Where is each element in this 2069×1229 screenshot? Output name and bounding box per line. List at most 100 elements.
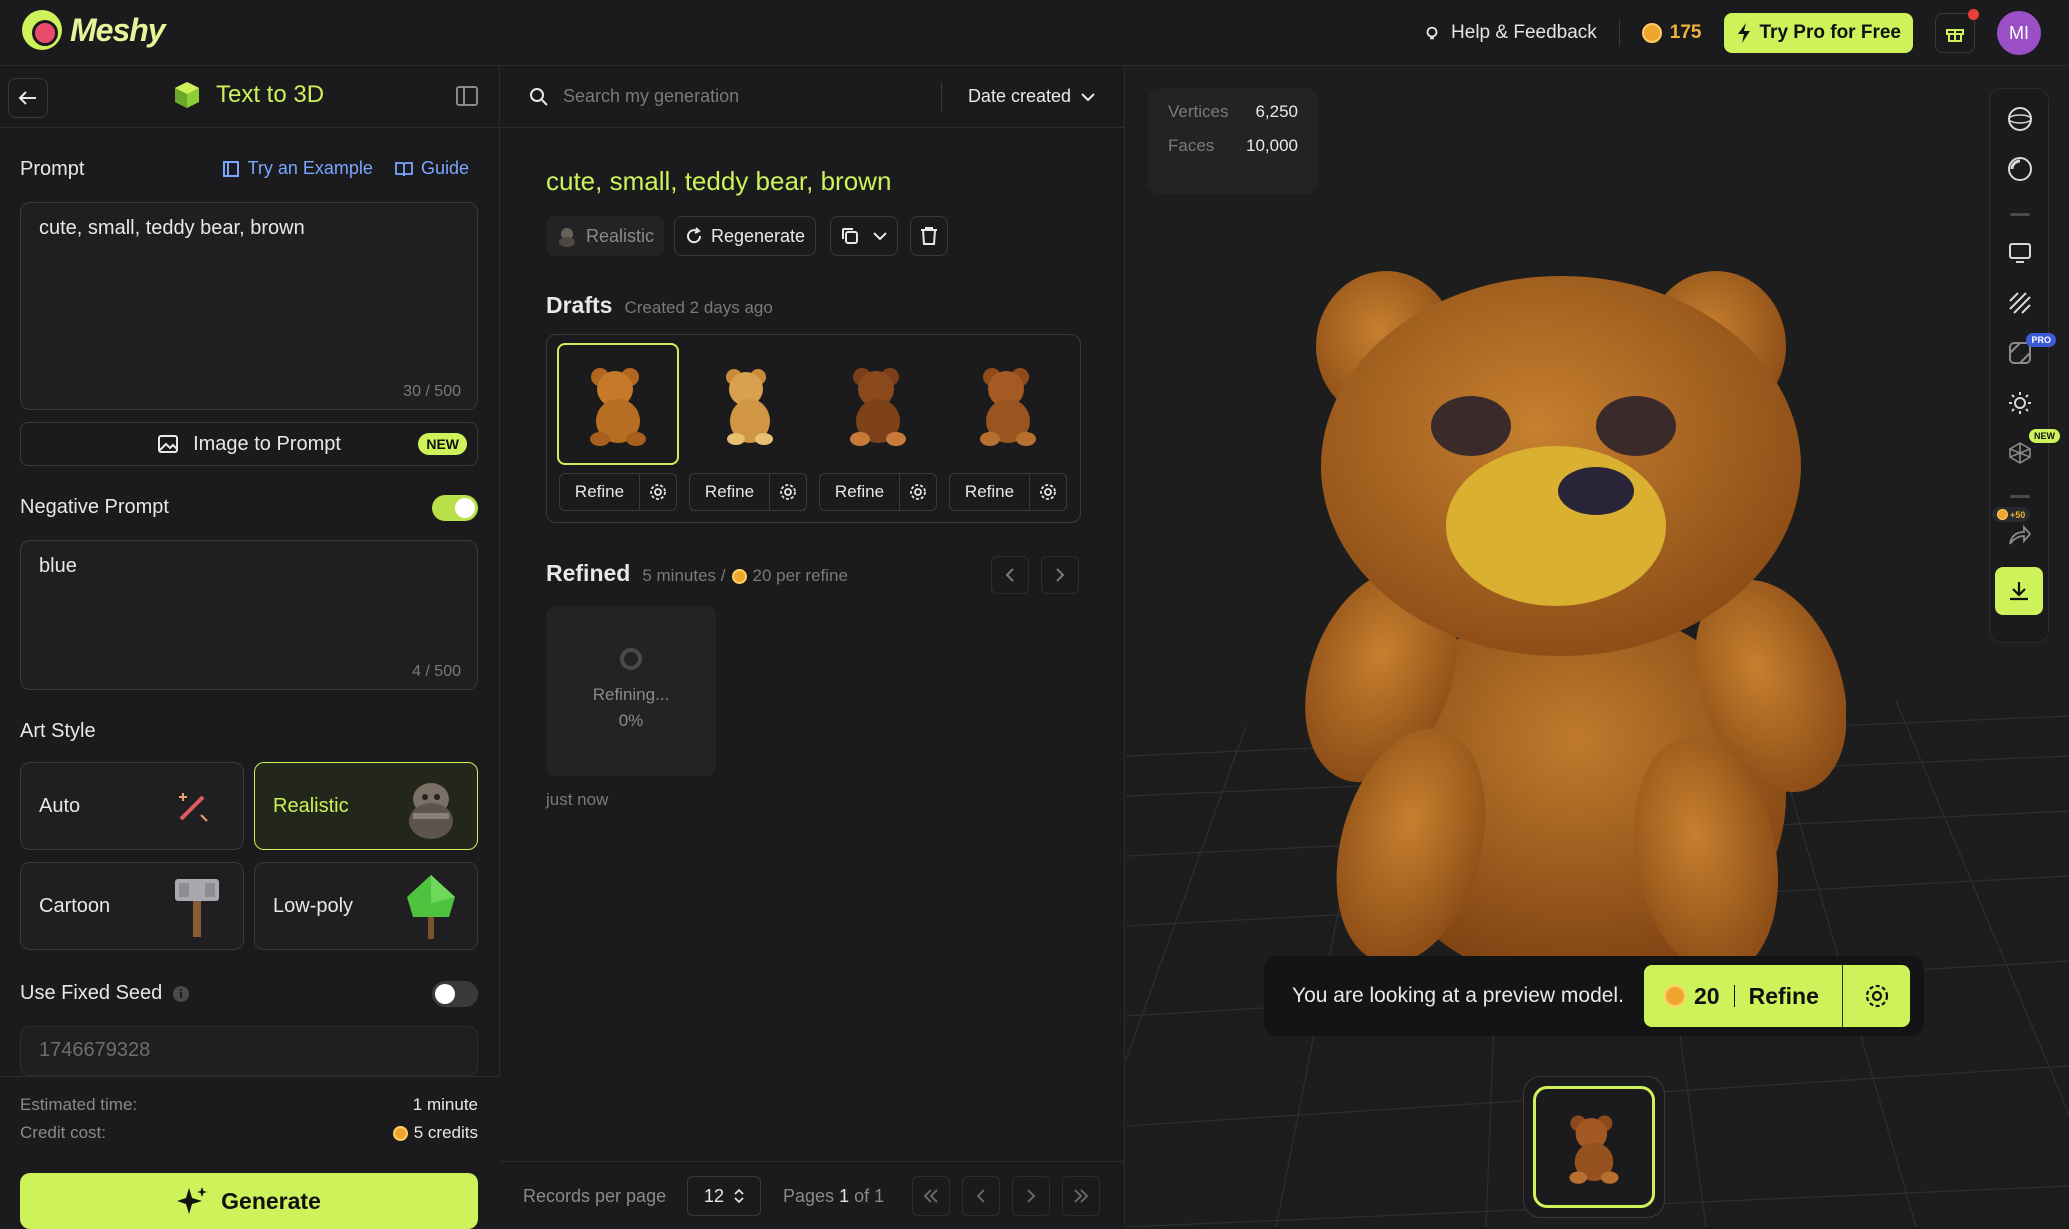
refine-settings-button[interactable]	[1030, 483, 1066, 501]
refine-settings-button[interactable]	[770, 483, 806, 501]
next-page-button[interactable]	[1012, 1176, 1050, 1216]
gear-icon	[910, 484, 926, 500]
shading-button[interactable]	[2006, 105, 2034, 133]
model-viewer[interactable]: Vertices 6,250 Faces 10,000 PRO NEW +50 …	[1126, 66, 2069, 1227]
style-chip: Realistic	[546, 216, 665, 256]
estimated-time-row: Estimated time: 1 minute	[20, 1095, 478, 1115]
refined-timestamp: just now	[546, 790, 609, 809]
delete-button[interactable]	[910, 216, 948, 256]
back-button[interactable]	[8, 78, 48, 118]
refine-button[interactable]: Refine	[560, 474, 640, 510]
refine-button[interactable]: Refine	[820, 474, 900, 510]
preview-text: You are looking at a preview model.	[1292, 984, 1624, 1007]
negative-prompt-input[interactable]: blue 4 / 500	[20, 540, 478, 690]
top-bar: Meshy Help & Feedback 175 Try Pro for Fr…	[0, 0, 2069, 66]
cube-icon	[175, 82, 199, 108]
hatch-icon	[2009, 292, 2031, 314]
generate-footer: Estimated time: 1 minute Credit cost: 5 …	[0, 1076, 500, 1229]
style-cartoon[interactable]: Cartoon	[20, 862, 244, 950]
lighting-button[interactable]	[2006, 389, 2034, 417]
help-feedback-button[interactable]: Help & Feedback	[1423, 22, 1597, 44]
teddy-bear-preview	[980, 368, 1036, 446]
style-cartoon-label: Cartoon	[39, 894, 111, 917]
image-to-prompt-button[interactable]: Image to Prompt NEW	[20, 422, 478, 466]
try-example-link[interactable]: Try an Example	[222, 158, 373, 179]
records-per-page-select[interactable]: 12	[687, 1176, 761, 1216]
refine-settings-button[interactable]	[900, 483, 936, 501]
generation-title: cute, small, teddy bear, brown	[546, 166, 892, 196]
material-button[interactable]	[2006, 155, 2034, 183]
prev-page-button[interactable]	[962, 1176, 1000, 1216]
refine-control-1: Refine	[559, 473, 677, 511]
fixed-seed-toggle[interactable]	[432, 981, 478, 1007]
realistic-mini-icon	[559, 228, 575, 247]
arrow-left-icon	[18, 91, 36, 105]
share-button[interactable]	[2006, 521, 2034, 549]
style-lowpoly[interactable]: Low-poly	[254, 862, 478, 950]
per-refine: 20 per refine	[752, 566, 848, 585]
refine-control-4: Refine	[949, 473, 1067, 511]
viewer-toolbar: PRO NEW +50	[1989, 88, 2060, 643]
refine-preview-button[interactable]: 20 Refine	[1644, 965, 1910, 1027]
prompt-value: cute, small, teddy bear, brown	[39, 217, 305, 239]
share-arrow-icon	[2009, 524, 2032, 545]
refined-next-button[interactable]	[1041, 556, 1079, 594]
model-thumbnail[interactable]	[1523, 1076, 1665, 1218]
guide-link[interactable]: Guide	[395, 158, 469, 179]
monitor-icon	[2009, 243, 2031, 263]
refine-button[interactable]: Refine	[950, 474, 1030, 510]
seed-input[interactable]: 1746679328	[20, 1026, 478, 1076]
last-page-button[interactable]	[1062, 1176, 1100, 1216]
draft-thumbnail-1[interactable]	[557, 343, 679, 465]
realistic-thumbnail	[409, 783, 453, 839]
records-per-page-label: Records per page	[523, 1186, 667, 1206]
collapse-sidebar-icon[interactable]	[456, 86, 478, 106]
regenerate-button[interactable]: Regenerate	[674, 216, 817, 256]
gift-button[interactable]	[1935, 9, 1979, 53]
new-badge: NEW	[2029, 429, 2060, 443]
draft-thumbnail-3[interactable]	[817, 343, 939, 465]
generate-button[interactable]: Generate	[20, 1173, 478, 1229]
chevron-down-icon	[873, 232, 887, 241]
refine-settings-button[interactable]	[640, 483, 676, 501]
display-button[interactable]	[2006, 239, 2034, 267]
credit-cost-row: Credit cost: 5 credits	[20, 1123, 478, 1143]
sort-dropdown[interactable]: Date created	[968, 86, 1095, 107]
drafts-meta: Created 2 days ago	[624, 298, 773, 317]
style-realistic[interactable]: Realistic	[254, 762, 478, 850]
refined-prev-button[interactable]	[991, 556, 1029, 594]
refine-preview-settings[interactable]	[1842, 965, 1910, 1027]
draft-thumbnail-4[interactable]	[947, 343, 1069, 465]
style-auto[interactable]: Auto	[20, 762, 244, 850]
est-time-label: Estimated time:	[20, 1095, 138, 1114]
logo-text: Meshy	[70, 11, 166, 48]
search-input[interactable]: Search my generation	[529, 86, 739, 107]
style-lowpoly-label: Low-poly	[273, 894, 354, 917]
faces-value: 10,000	[1246, 136, 1298, 155]
prompt-input[interactable]: cute, small, teddy bear, brown 30 / 500	[20, 202, 478, 410]
chevron-left-icon	[1005, 568, 1014, 582]
try-pro-button[interactable]: Try Pro for Free	[1723, 13, 1913, 53]
remesh-button[interactable]	[2006, 439, 2034, 467]
copy-menu-button[interactable]	[830, 216, 898, 256]
left-panel: Text to 3D Prompt Try an Example Guide c…	[0, 66, 500, 1229]
negative-counter: 4 / 500	[412, 663, 461, 680]
faces-label: Faces	[1168, 136, 1215, 155]
teddy-bear-model	[1305, 271, 1846, 986]
chevron-left-icon	[976, 1189, 985, 1203]
download-button[interactable]	[1995, 567, 2043, 615]
wireframe-button[interactable]	[2006, 289, 2034, 317]
info-icon[interactable]	[172, 985, 190, 1003]
credits-balance[interactable]: 175	[1641, 22, 1702, 44]
meshy-logo[interactable]: Meshy	[22, 10, 166, 50]
refining-card[interactable]: Refining... 0%	[546, 606, 716, 776]
draft-thumbnail-2[interactable]	[687, 343, 809, 465]
pages-indicator: Pages 1 of 1	[783, 1186, 884, 1207]
refine-button[interactable]: Refine	[690, 474, 770, 510]
negative-prompt-toggle[interactable]	[432, 495, 478, 521]
search-placeholder: Search my generation	[563, 86, 740, 106]
try-pro-label: Try Pro for Free	[1759, 22, 1902, 43]
first-page-button[interactable]	[912, 1176, 950, 1216]
user-avatar[interactable]: MI	[1997, 11, 2041, 55]
sphere-wire-icon	[2008, 107, 2032, 131]
